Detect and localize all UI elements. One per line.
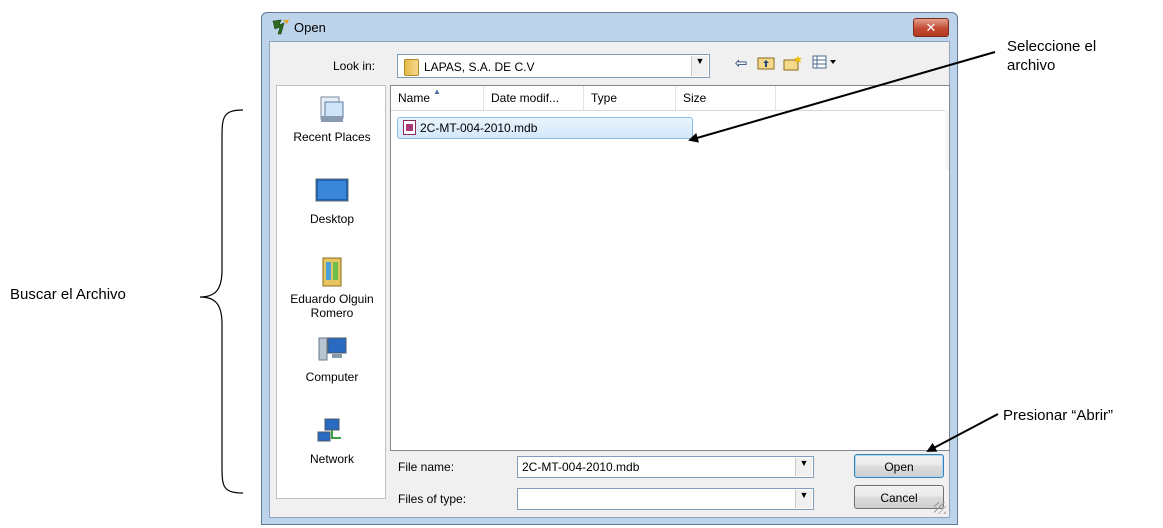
place-desktop[interactable]: Desktop (277, 176, 387, 226)
annotation-seleccione-archivo: Seleccione el archivo (1007, 37, 1157, 75)
places-bar: Recent Places Desktop Eduardo Olguin Rom… (276, 85, 386, 499)
place-label: Desktop (309, 212, 355, 226)
new-folder-glyph (783, 55, 802, 71)
look-in-dropdown[interactable]: LAPAS, S.A. DE C.V ▼ (397, 54, 710, 78)
place-label: Recent Places (293, 130, 371, 144)
up-folder-icon[interactable] (755, 54, 777, 74)
annotation-presionar-abrir: Presionar “Abrir” (1003, 407, 1114, 424)
file-name-input[interactable]: 2C-MT-004-2010.mdb ▼ (517, 456, 814, 478)
dialog-body: Look in: LAPAS, S.A. DE C.V ▼ ⇦ Recent P… (269, 41, 950, 518)
network-icon (315, 416, 349, 448)
place-label: Eduardo Olguin Romero (290, 292, 374, 320)
column-type[interactable]: Type (584, 86, 676, 110)
place-label: Computer (305, 370, 359, 384)
open-dialog: Open ✕ Look in: LAPAS, S.A. DE C.V ▼ ⇦ R… (261, 12, 958, 525)
column-name[interactable]: ▲ Name (391, 86, 484, 110)
views-glyph (812, 55, 836, 69)
column-date-label: Date modif... (491, 91, 560, 105)
place-recent-places[interactable]: Recent Places (277, 94, 387, 144)
look-in-value: LAPAS, S.A. DE C.V (424, 60, 535, 74)
look-in-label: Look in: (333, 59, 376, 73)
title-bar: Open ✕ (262, 13, 957, 41)
cancel-button[interactable]: Cancel (854, 485, 944, 509)
desktop-icon (315, 176, 349, 208)
column-size[interactable]: Size (676, 86, 776, 110)
file-type-dropdown[interactable]: ▼ (517, 488, 814, 510)
chevron-down-icon[interactable]: ▼ (795, 458, 812, 476)
place-label: Network (309, 452, 354, 466)
views-menu-icon[interactable] (810, 54, 842, 74)
column-size-label: Size (683, 91, 707, 105)
app-icon (272, 19, 289, 35)
annotation-seleccione-line2: archivo (1007, 57, 1056, 74)
file-row-selected[interactable]: 2C-MT-004-2010.mdb (397, 117, 693, 139)
up-folder-glyph (757, 57, 775, 70)
place-computer[interactable]: Computer (277, 334, 387, 384)
brace-shape (199, 109, 244, 494)
new-folder-icon[interactable] (782, 54, 804, 74)
close-button[interactable]: ✕ (913, 18, 949, 37)
recent-places-icon (315, 94, 349, 126)
file-type-label: Files of type: (398, 492, 467, 506)
place-user-folder[interactable]: Eduardo Olguin Romero (277, 256, 387, 320)
dialog-title: Open (294, 20, 326, 35)
folder-icon (404, 59, 419, 76)
chevron-down-icon[interactable]: ▼ (691, 56, 708, 76)
place-network[interactable]: Network (277, 416, 387, 466)
file-list[interactable]: ▲ Name Date modif... Type Size 2C-MT-004… (390, 85, 950, 451)
annotation-buscar-archivo: Buscar el Archivo (10, 286, 126, 303)
close-icon: ✕ (925, 20, 937, 35)
sort-ascending-icon: ▲ (433, 87, 441, 96)
access-database-icon (403, 120, 416, 135)
file-name-value: 2C-MT-004-2010.mdb (522, 460, 640, 474)
open-button[interactable]: Open (854, 454, 944, 478)
back-icon[interactable]: ⇦ (730, 54, 752, 74)
chevron-down-icon[interactable]: ▼ (795, 490, 812, 508)
column-name-label: Name (398, 91, 431, 105)
file-name: 2C-MT-004-2010.mdb (420, 121, 538, 135)
file-name-label: File name: (398, 460, 455, 474)
user-folder-icon (315, 256, 349, 288)
column-date-modified[interactable]: Date modif... (484, 86, 584, 110)
scrollbar-edge (945, 110, 949, 170)
annotation-seleccione-line1: Seleccione el (1007, 38, 1097, 55)
column-header-row: ▲ Name Date modif... Type Size (391, 86, 949, 111)
column-type-label: Type (591, 91, 618, 105)
resize-grip-icon[interactable] (934, 502, 946, 514)
computer-icon (315, 334, 349, 366)
